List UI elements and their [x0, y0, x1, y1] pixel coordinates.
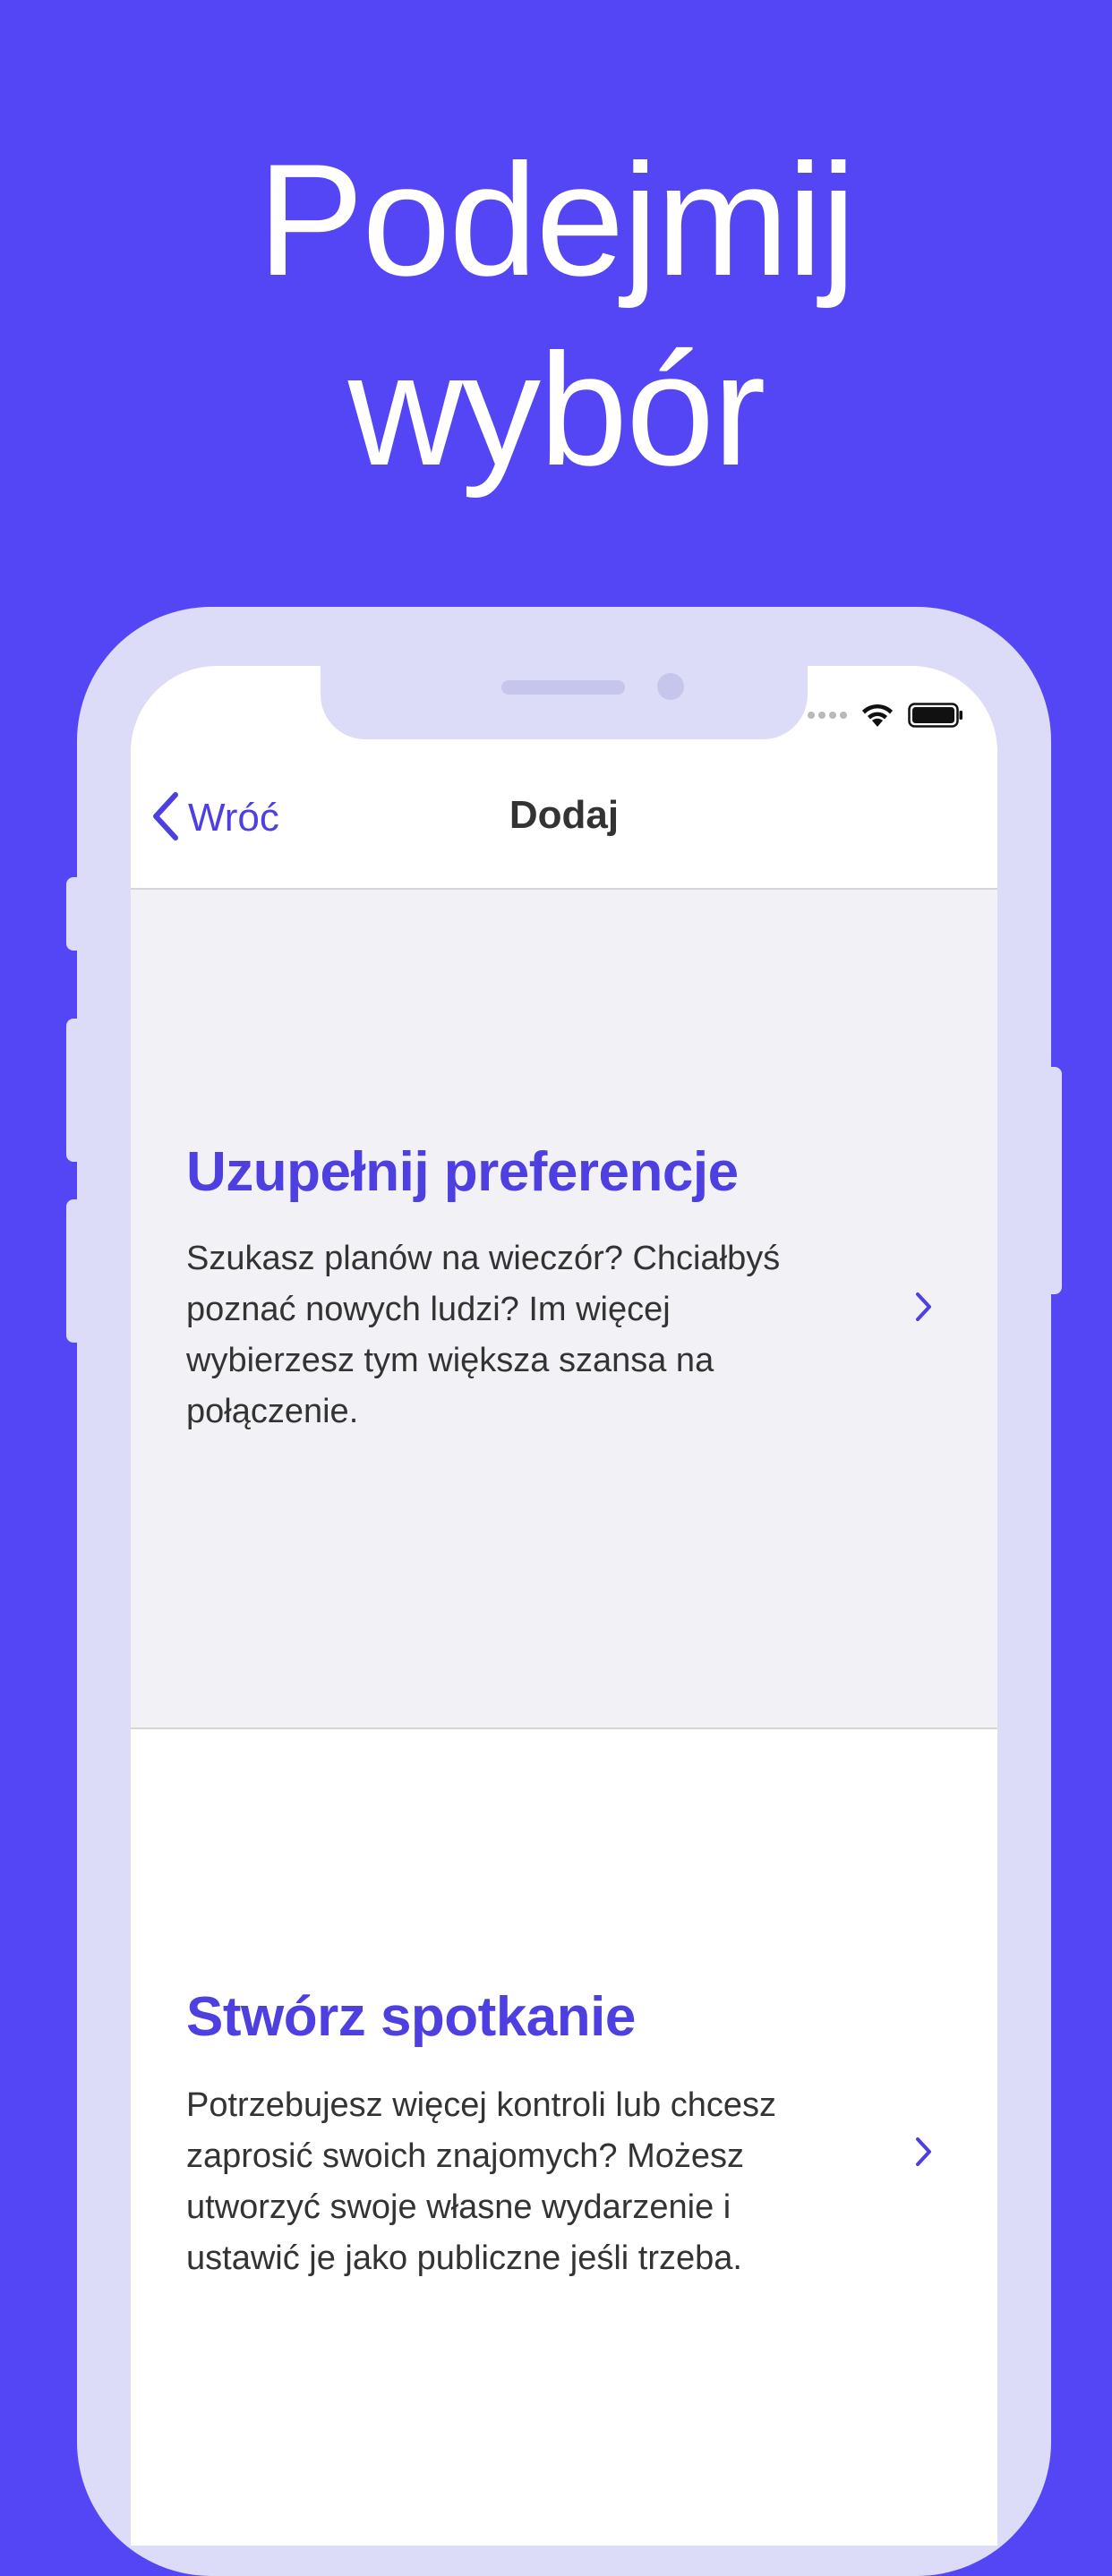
navigation-bar: Wróć Dodaj: [131, 754, 997, 890]
preferences-card[interactable]: Uzupełnij preferencje Szukasz planów na …: [131, 890, 997, 1729]
battery-icon: [908, 703, 963, 728]
phone-screen: Wróć Dodaj Uzupełnij preferencje Szukasz…: [131, 666, 997, 2546]
card-title: Uzupełnij preferencje: [186, 1141, 739, 1203]
chevron-right-icon: [910, 1289, 937, 1325]
create-meeting-card[interactable]: Stwórz spotkanie Potrzebujesz więcej kon…: [131, 1731, 997, 2546]
card-title: Stwórz spotkanie: [186, 1986, 636, 2048]
card-description: Szukasz planów na wieczór? Chciałbyś poz…: [186, 1240, 781, 1430]
card-description: Potrzebujesz więcej kontroli lub chcesz …: [186, 2086, 776, 2277]
camera: [657, 673, 684, 700]
headline-line-2: wybór: [347, 320, 766, 499]
status-bar: [808, 702, 963, 729]
cellular-signal-icon: [808, 712, 847, 719]
headline-line-1: Podejmij: [257, 131, 857, 309]
notch: [321, 666, 808, 739]
speaker: [501, 680, 625, 695]
wifi-icon: [860, 702, 895, 729]
headline: Podejmij wybór: [0, 125, 1112, 505]
page-title: Dodaj: [509, 793, 620, 837]
chevron-right-icon: [910, 2134, 937, 2170]
